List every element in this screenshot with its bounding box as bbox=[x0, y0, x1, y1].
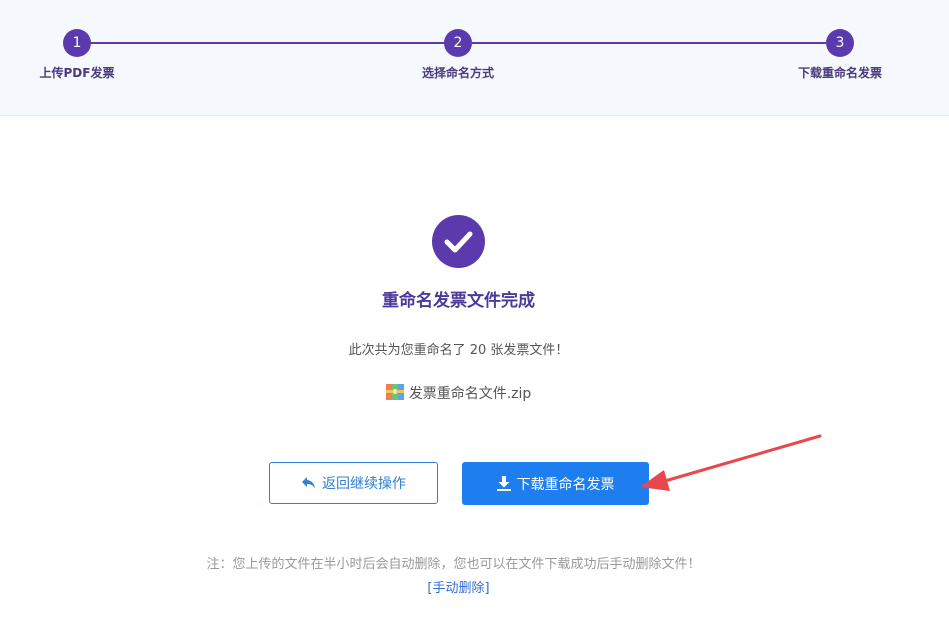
rename-complete-page: 1 2 3 上传PDF发票 选择命名方式 下载重命名发票 重命名发票文件完成 此… bbox=[0, 0, 949, 622]
back-continue-button[interactable]: 返回继续操作 bbox=[269, 462, 438, 504]
success-check-icon bbox=[432, 215, 485, 268]
download-renamed-invoices-button[interactable]: 下载重命名发票 bbox=[462, 462, 649, 505]
manual-delete-link[interactable]: [手动删除] bbox=[0, 577, 917, 596]
step-2-label: 选择命名方式 bbox=[421, 66, 495, 80]
step-3-label: 下载重命名发票 bbox=[797, 66, 883, 80]
download-button-label: 下载重命名发票 bbox=[516, 476, 615, 493]
file-name: 发票重命名文件.zip bbox=[408, 386, 532, 402]
auto-delete-note: 注：您上传的文件在半小时后会自动删除，您也可以在文件下载成功后手动删除文件！ bbox=[206, 557, 701, 572]
annotation-arrow-icon bbox=[640, 434, 822, 491]
step-2-circle: 2 bbox=[444, 29, 472, 57]
step-connector-1 bbox=[90, 42, 445, 44]
step-connector-2 bbox=[472, 42, 826, 44]
zip-archive-icon bbox=[385, 384, 404, 404]
reply-arrow-icon bbox=[301, 476, 316, 490]
back-button-label: 返回继续操作 bbox=[322, 476, 406, 492]
step-3-circle: 3 bbox=[826, 29, 854, 57]
progress-stepper: 1 2 3 上传PDF发票 选择命名方式 下载重命名发票 bbox=[0, 0, 949, 116]
rename-summary: 此次共为您重命名了 20 张发票文件！ bbox=[348, 343, 569, 358]
result-file[interactable]: 发票重命名文件.zip bbox=[0, 383, 917, 404]
download-icon bbox=[496, 476, 511, 491]
success-title: 重命名发票文件完成 bbox=[382, 291, 535, 311]
step-1-label: 上传PDF发票 bbox=[39, 66, 115, 80]
step-1-circle: 1 bbox=[63, 29, 91, 57]
